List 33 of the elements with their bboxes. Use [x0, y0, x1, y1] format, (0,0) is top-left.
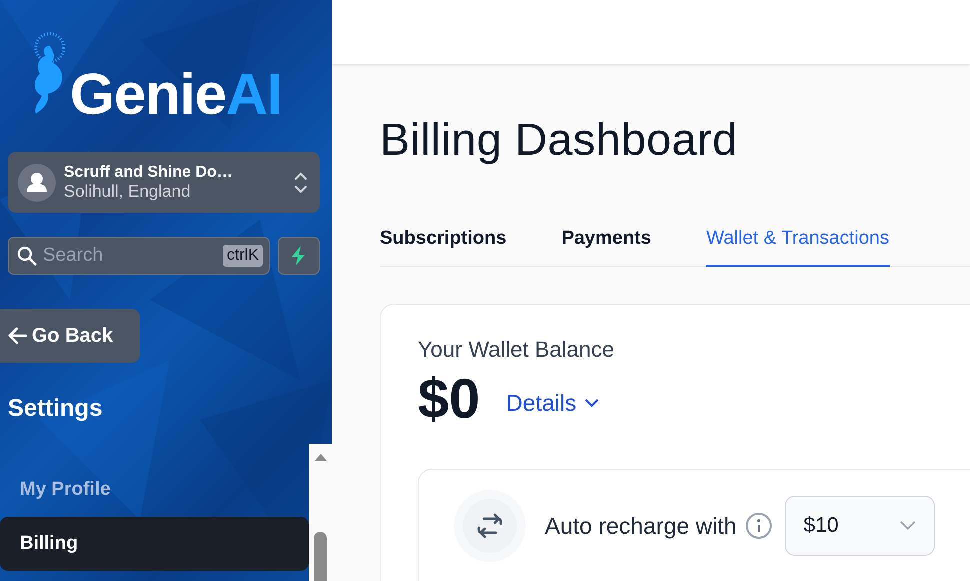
page-title: Billing Dashboard — [380, 114, 739, 166]
scrollbar-thumb[interactable] — [314, 532, 327, 581]
avatar-icon — [18, 164, 56, 202]
chevron-down-icon — [584, 398, 599, 408]
section-title: Settings — [8, 395, 104, 423]
recharge-icon — [454, 490, 526, 562]
scrollbar[interactable] — [309, 444, 332, 581]
go-back-button[interactable]: Go Back — [0, 309, 140, 363]
info-icon[interactable] — [744, 512, 773, 540]
lightning-icon — [291, 246, 307, 266]
account-switcher[interactable]: Scruff and Shine Do… Solihull, England — [8, 152, 320, 213]
bolt-button[interactable] — [278, 237, 320, 275]
nav-item[interactable]: My Profile — [0, 463, 309, 517]
logo-text: Genie — [70, 66, 226, 129]
nav-item[interactable]: Billing — [0, 517, 309, 571]
auto-recharge-label: Auto recharge with — [545, 512, 737, 540]
details-link[interactable]: Details — [506, 390, 599, 416]
account-location: Solihull, England — [64, 182, 192, 202]
amount-dropdown[interactable]: $10 — [784, 496, 935, 556]
tab[interactable]: Subscriptions — [380, 228, 507, 267]
search-icon — [17, 246, 37, 266]
tab[interactable]: Payments — [562, 228, 652, 267]
search-bar[interactable]: Search ctrlK — [8, 237, 270, 275]
wallet-heading: Your Wallet Balance — [418, 337, 616, 363]
account-name: Scruff and Shine Do… — [64, 164, 234, 182]
wallet-balance: $0 — [418, 369, 480, 429]
scroll-up-icon[interactable] — [315, 453, 327, 461]
logo-accent-text: AI — [226, 66, 282, 129]
search-input[interactable]: Search — [43, 245, 217, 267]
chevron-down-icon — [900, 521, 916, 531]
shortcut-key: ctrlK — [223, 245, 263, 267]
arrow-left-icon — [8, 327, 28, 345]
tab[interactable]: Wallet & Transactions — [706, 228, 890, 267]
